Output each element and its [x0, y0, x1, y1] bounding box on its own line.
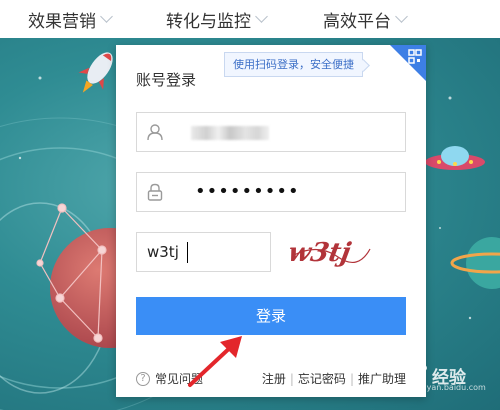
qr-login-tip[interactable]: 使用扫码登录，安全便捷 [224, 52, 363, 77]
username-value-blurred [191, 126, 269, 140]
nav-item-label: 转化与监控 [166, 11, 251, 32]
watermark-sub: jingyan.baidu.com [412, 383, 486, 392]
password-field[interactable]: ••••••••• [136, 172, 406, 212]
captcha-image-text: w3tj [288, 237, 354, 268]
paw-logo-icon [409, 362, 427, 383]
captcha-input[interactable]: w3tj [136, 232, 271, 272]
promotion-assistant-link[interactable]: 推广助理 [358, 370, 406, 387]
forgot-password-link[interactable]: 忘记密码 [298, 370, 346, 387]
user-icon [147, 124, 163, 141]
footer-links: 注册 | 忘记密码 | 推广助理 [262, 370, 406, 387]
annotation-arrow [188, 336, 242, 387]
login-title: 账号登录 [136, 71, 197, 89]
text-caret [187, 242, 188, 263]
divider: | [349, 371, 354, 386]
chevron-down-icon [255, 10, 268, 23]
username-field[interactable] [136, 112, 406, 152]
lock-icon [147, 183, 163, 201]
captcha-image[interactable]: w3tj [288, 233, 374, 271]
chevron-down-icon [100, 10, 113, 23]
qr-login-toggle[interactable] [390, 45, 426, 81]
captcha-input-value: w3tj [147, 243, 179, 261]
nav-item-effect-marketing[interactable]: 效果营销 [28, 0, 113, 38]
chevron-down-icon [395, 10, 408, 23]
nav-item-efficient-platform[interactable]: 高效平台 [323, 0, 408, 38]
register-link[interactable]: 注册 [262, 370, 286, 387]
baidu-jingyan-watermark: 经验 jingyan.baidu.com [402, 360, 494, 394]
qr-code-icon [408, 49, 422, 64]
nav-item-conversion-monitoring[interactable]: 转化与监控 [166, 0, 268, 38]
login-button[interactable]: 登录 [136, 297, 406, 335]
divider: | [289, 371, 294, 386]
nav-item-label: 高效平台 [323, 11, 391, 32]
nav-item-label: 效果营销 [28, 11, 96, 32]
question-circle-icon: ? [136, 371, 150, 386]
password-value: ••••••••• [195, 181, 300, 202]
top-nav: 效果营销 转化与监控 高效平台 [0, 0, 500, 38]
login-footer: ? 常见问题 注册 | 忘记密码 | 推广助理 [136, 369, 406, 389]
login-card: 账号登录 使用扫码登录，安全便捷 ••••••••• w3tj w3tj 登录 [116, 45, 426, 397]
